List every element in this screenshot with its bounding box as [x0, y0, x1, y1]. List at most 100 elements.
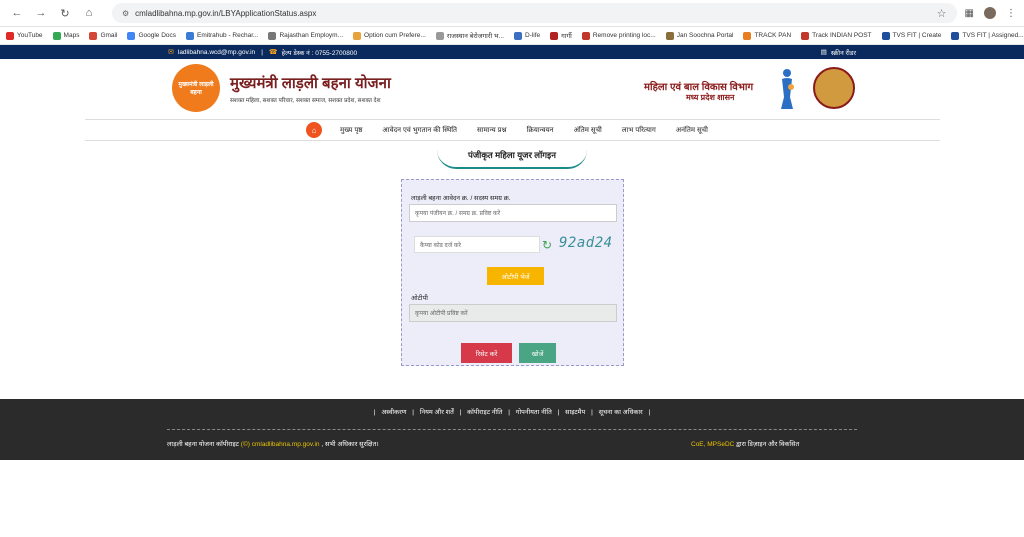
menu-item-implementation[interactable]: क्रियान्वयन	[527, 126, 554, 135]
footer-link-privacy-policy[interactable]: गोपनीयता नीति	[516, 409, 552, 416]
menu-item-application-status[interactable]: आवेदन एवं भुगतान की स्थिति	[382, 126, 457, 135]
menu-dots-icon[interactable]: ⋮	[1006, 8, 1016, 19]
menu-item-home[interactable]: मुख्य पृष्ठ	[340, 126, 362, 135]
contact-email[interactable]: ladlibahna.wcd@mp.gov.in	[178, 49, 255, 56]
forward-icon[interactable]: →	[32, 4, 50, 22]
bookmark-item[interactable]: राजस्थान बेरोजगारी भ...	[435, 31, 504, 40]
profile-avatar[interactable]	[984, 7, 996, 19]
bookmark-favicon-icon	[127, 31, 136, 40]
department-figure-icon	[781, 69, 794, 109]
menu-item-faq[interactable]: सामान्य प्रश्न	[477, 126, 507, 135]
bookmark-item[interactable]: Maps	[52, 31, 80, 40]
bookmark-favicon-icon	[353, 31, 362, 40]
login-section: पंजीकृत महिला यूजर लॉगइन लाड़ली बहना आवे…	[0, 141, 1024, 398]
bookmark-item[interactable]: गार्गी	[550, 31, 572, 40]
department-title: महिला एवं बाल विकास विभाग	[644, 82, 754, 93]
bookmark-favicon-icon	[89, 31, 98, 40]
bookmark-favicon-icon	[743, 31, 752, 40]
bookmark-label: TVS FIT | Assigned...	[962, 32, 1024, 39]
bookmark-item[interactable]: TRACK PAN	[743, 31, 792, 40]
bookmark-item[interactable]: Gmail	[89, 31, 117, 40]
divider: |	[261, 48, 263, 56]
footer-copyright: लाड़ली बहना योजना कॉपीराइट (©) cmladliba…	[167, 441, 379, 448]
scheme-logo[interactable]: मुख्यमंत्री लाड़ली बहना	[172, 64, 220, 112]
bookmark-favicon-icon	[435, 31, 444, 40]
bookmark-item[interactable]: YouTube	[6, 31, 43, 40]
bookmark-label: गार्गी	[561, 33, 572, 40]
bookmark-label: राजस्थान बेरोजगारी भ...	[446, 33, 504, 40]
footer-link-copyright-policy[interactable]: कॉपीराइट नीति	[467, 409, 502, 416]
bookmark-star-icon[interactable]: ☆	[937, 7, 947, 20]
extensions-icon[interactable]: ▦	[965, 8, 974, 19]
bookmark-label: Google Docs	[138, 32, 177, 39]
bookmark-label: Jan Soochna Portal	[676, 32, 734, 39]
phone-icon: ☎	[268, 49, 278, 56]
bookmark-favicon-icon	[268, 31, 277, 40]
bookmark-item[interactable]: TVS FIT | Assigned...	[951, 31, 1024, 40]
bookmark-item[interactable]: Option cum Prefere...	[353, 31, 426, 40]
captcha-image: 92ad24	[559, 235, 613, 251]
bookmark-label: Track INDIAN POST	[812, 32, 872, 39]
otp-input[interactable]: कृपया ओटीपी प्रविष्ट करें	[409, 304, 617, 322]
bookmark-favicon-icon	[513, 31, 522, 40]
refresh-captcha-icon[interactable]: ↻	[542, 238, 552, 252]
bookmark-item[interactable]: Remove printing loc...	[581, 31, 656, 40]
site-header: मुख्यमंत्री लाड़ली बहना मुख्यमंत्री लाड़…	[0, 59, 1024, 119]
bookmark-label: YouTube	[17, 32, 43, 39]
footer-link-terms[interactable]: नियम और शर्तें	[420, 409, 454, 416]
home-button-icon[interactable]: ⌂	[306, 122, 323, 138]
captcha-input[interactable]: कैप्चा कोड दर्ज करे	[414, 236, 540, 253]
address-bar[interactable]: ⚙ cmladlibahna.mp.gov.in/LBYApplicationS…	[112, 3, 957, 23]
browser-toolbar: ← → ↻ ⌂ ⚙ cmladlibahna.mp.gov.in/LBYAppl…	[0, 0, 1024, 27]
bookmarks-bar: YouTube Maps Gmail Google Docs Emitrahub - R…	[0, 27, 1024, 45]
bookmark-item[interactable]: D-life	[513, 31, 541, 40]
site-info-icon[interactable]: ⚙	[122, 9, 129, 18]
url-text: cmladlibahna.mp.gov.in/LBYApplicationSta…	[135, 8, 317, 18]
bookmark-favicon-icon	[6, 31, 14, 40]
back-icon[interactable]: ←	[8, 4, 26, 22]
application-number-label: लाड़ली बहना आवेदन क्र. / सदस्य समग्र क्र…	[411, 195, 511, 202]
bookmark-label: Remove printing loc...	[592, 32, 656, 39]
bookmark-favicon-icon	[186, 31, 195, 40]
bookmark-label: Option cum Prefere...	[364, 32, 426, 39]
bookmark-label: D-life	[524, 32, 541, 39]
bookmark-item[interactable]: Jan Soochna Portal	[665, 31, 734, 40]
state-emblem	[813, 67, 855, 109]
site-tagline: सशक्त महिला, सशक्त परिवार, सशक्त समाज, स…	[230, 98, 381, 104]
reload-icon[interactable]: ↻	[56, 4, 74, 22]
home-icon[interactable]: ⌂	[80, 4, 98, 22]
bookmark-item[interactable]: Google Docs	[127, 31, 177, 40]
menu-item-final-list[interactable]: अंतिम सूची	[574, 126, 602, 135]
screen-reader-link[interactable]: ▤ स्क्रीन रीडर	[821, 48, 856, 57]
email-icon: ✉	[168, 49, 174, 56]
bookmark-label: Emitrahub - Rechar...	[197, 32, 259, 39]
bookmark-favicon-icon	[581, 31, 590, 40]
bookmark-label: Rajasthan Employm...	[279, 32, 344, 39]
department-subtitle: मध्य प्रदेश शासन	[686, 93, 735, 102]
footer-link-sitemap[interactable]: साइटमैप	[565, 409, 585, 416]
send-otp-button[interactable]: ओटीपी भेजें	[487, 267, 544, 285]
bookmark-favicon-icon	[52, 31, 61, 40]
footer-link-rti[interactable]: सूचना का अधिकार	[599, 409, 643, 416]
application-number-input[interactable]: कृपया पंजीयन क्र. / समग्र क्र. प्रविष्ट …	[409, 204, 617, 222]
site-footer: | अस्वीकरण | नियम और शर्तें | कॉपीराइट न…	[0, 399, 1024, 460]
bookmark-favicon-icon	[550, 31, 559, 40]
top-info-bar: ✉ ladlibahna.wcd@mp.gov.in | ☎ हेल्प डेस…	[0, 45, 1024, 59]
footer-credit: CoE, MPSeDC द्वारा डिज़ाइन और विकसित	[691, 441, 800, 448]
bookmark-item[interactable]: Rajasthan Employm...	[268, 31, 344, 40]
footer-link-disclaimer[interactable]: अस्वीकरण	[381, 409, 406, 416]
screen-reader-label: स्क्रीन रीडर	[830, 49, 856, 57]
bookmark-label: TRACK PAN	[754, 32, 792, 39]
reset-button[interactable]: रिसेट करें	[461, 343, 512, 363]
footer-divider	[167, 429, 857, 430]
bookmark-item[interactable]: Track INDIAN POST	[801, 31, 872, 40]
bookmark-label: Maps	[63, 32, 80, 39]
menu-item-benefit-relinquish[interactable]: लाभ परित्याग	[622, 126, 656, 135]
search-button[interactable]: खोजें	[519, 343, 556, 363]
bookmark-item[interactable]: TVS FIT | Create	[881, 31, 941, 40]
menu-item-provisional-list[interactable]: अनंतिम सूची	[676, 126, 708, 135]
bookmark-favicon-icon	[951, 31, 960, 40]
bookmark-favicon-icon	[881, 31, 890, 40]
bookmark-item[interactable]: Emitrahub - Rechar...	[186, 31, 259, 40]
footer-links: | अस्वीकरण | नियम और शर्तें | कॉपीराइट न…	[373, 409, 651, 416]
